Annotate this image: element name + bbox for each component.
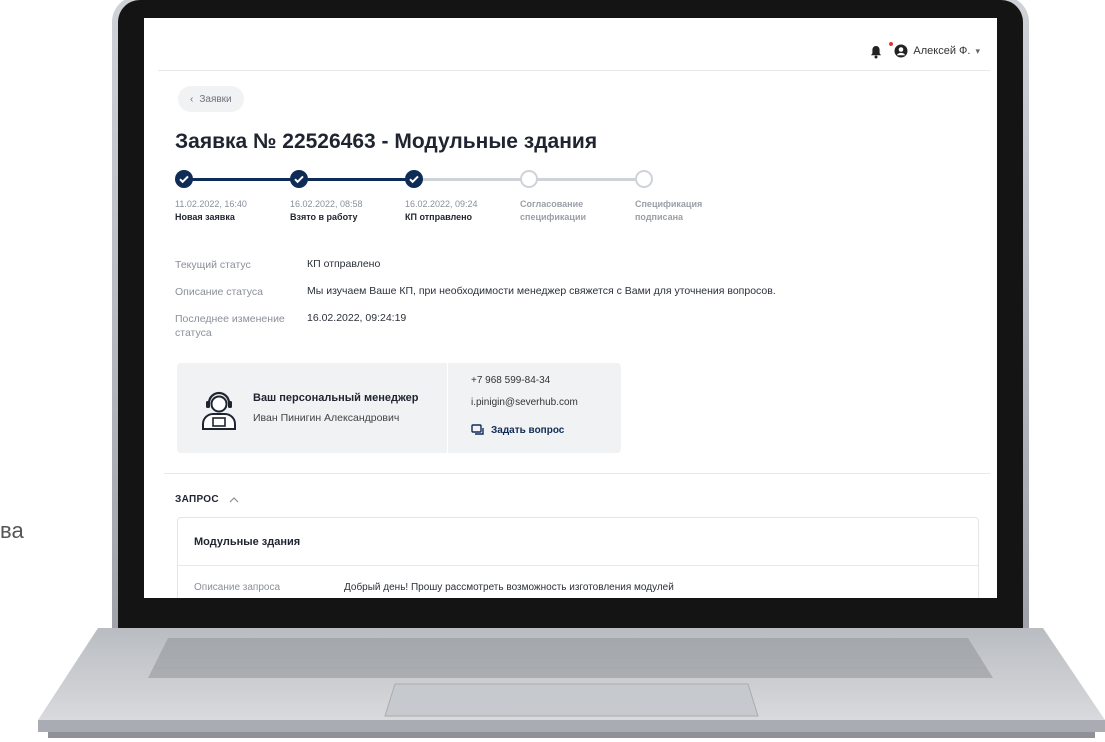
back-button[interactable]: ‹ Заявки	[178, 86, 244, 112]
status-desc-value: Мы изучаем Ваше КП, при необходимости ме…	[307, 285, 776, 297]
user-avatar-icon	[889, 42, 908, 58]
step-4-text: Согласование спецификации	[520, 198, 600, 224]
step-3-text: 16.02.2022, 09:24 КП отправлено	[405, 198, 515, 224]
user-name: Алексей Ф.	[913, 45, 971, 57]
step-1-text: 11.02.2022, 16:40 Новая заявка	[175, 198, 285, 224]
step-5-pending-icon	[635, 170, 653, 188]
request-desc-label: Описание запроса	[194, 582, 281, 593]
chat-icon	[471, 424, 484, 435]
step-line-1	[184, 178, 299, 181]
step-line-3	[414, 178, 529, 181]
support-agent-icon	[202, 391, 236, 430]
manager-email[interactable]: i.pinigin@severhub.com	[471, 397, 578, 419]
manager-name: Иван Пинигин Александрович	[253, 412, 400, 424]
step-2-text: 16.02.2022, 08:58 Взято в работу	[290, 198, 400, 224]
step-line-2	[299, 178, 414, 181]
step-3-label: КП отправлено	[405, 212, 473, 222]
request-card-title: Модульные здания	[194, 536, 301, 548]
chevron-left-icon: ‹	[190, 93, 194, 105]
manager-contacts: +7 968 599-84-34 i.pinigin@severhub.com …	[471, 375, 578, 441]
step-1-label: Новая заявка	[175, 212, 235, 222]
chevron-down-icon: ▾	[975, 45, 980, 56]
manager-card: Ваш персональный менеджер Иван Пинигин А…	[177, 363, 621, 453]
background-text-fragment: ва	[0, 518, 24, 543]
status-stepper: 11.02.2022, 16:40 Новая заявка 16.02.202…	[175, 170, 735, 250]
request-desc-value: Добрый день! Прошу рассмотреть возможнос…	[344, 582, 674, 593]
page-title: Заявка № 22526463 - Модульные здания	[175, 130, 598, 153]
top-bar: Алексей Ф. ▾	[158, 42, 990, 71]
status-current-value: КП отправлено	[307, 258, 381, 270]
step-2-check-icon	[290, 170, 308, 188]
status-current-label: Текущий статус	[175, 259, 251, 271]
step-2-date: 16.02.2022, 08:58	[290, 199, 363, 209]
manager-phone[interactable]: +7 968 599-84-34	[471, 375, 578, 397]
request-section-label: ЗАПРОС	[175, 494, 219, 505]
request-section-toggle[interactable]: ЗАПРОС	[175, 494, 239, 505]
step-3-date: 16.02.2022, 09:24	[405, 199, 478, 209]
ask-question-label: Задать вопрос	[491, 424, 565, 436]
chevron-up-icon	[229, 496, 239, 502]
step-line-4	[529, 178, 644, 181]
step-3-check-icon	[405, 170, 423, 188]
section-divider	[164, 473, 990, 474]
laptop-base	[38, 628, 1105, 742]
bell-icon[interactable]	[870, 45, 882, 59]
step-2-label: Взято в работу	[290, 212, 358, 222]
status-desc-label: Описание статуса	[175, 286, 263, 298]
back-button-label: Заявки	[199, 93, 232, 105]
request-card-divider	[178, 565, 978, 566]
step-4-pending-icon	[520, 170, 538, 188]
step-5-label: Спецификация подписана	[635, 199, 703, 222]
user-menu[interactable]: Алексей Ф. ▾	[889, 42, 980, 58]
step-4-label: Согласование спецификации	[520, 199, 587, 222]
manager-title: Ваш персональный менеджер	[253, 392, 419, 404]
laptop-screen: Алексей Ф. ▾ ‹ Заявки Заявка № 22526463 …	[144, 18, 997, 598]
step-5-text: Спецификация подписана	[635, 198, 715, 224]
step-1-check-icon	[175, 170, 193, 188]
notification-dot	[889, 42, 894, 46]
status-changed-value: 16.02.2022, 09:24:19	[307, 312, 407, 324]
ask-question-button[interactable]: Задать вопрос	[471, 419, 578, 441]
step-1-date: 11.02.2022, 16:40	[175, 199, 247, 209]
request-card: Модульные здания Описание запроса Добрый…	[177, 517, 979, 598]
status-changed-label: Последнее изменение статуса	[175, 313, 285, 339]
manager-info: Ваш персональный менеджер Иван Пинигин А…	[177, 363, 448, 453]
